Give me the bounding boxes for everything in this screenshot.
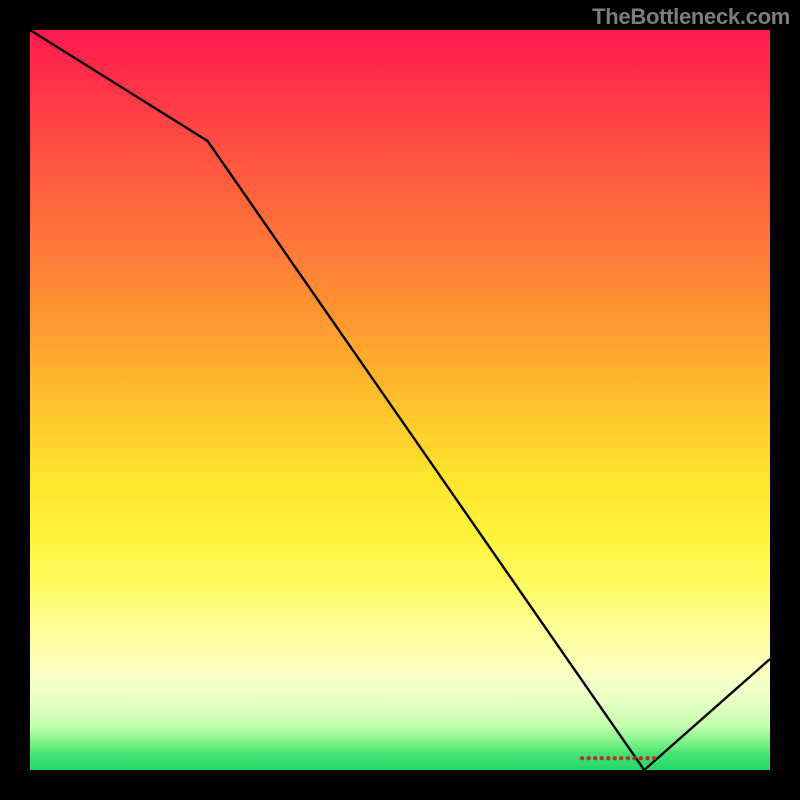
plot-area: ●●●●●●●●●●●● (30, 30, 770, 770)
line-svg (30, 30, 770, 770)
watermark-text: TheBottleneck.com (592, 4, 790, 30)
bottleneck-curve-path (30, 30, 770, 770)
optimum-marker: ●●●●●●●●●●●● (578, 753, 659, 764)
chart-frame: TheBottleneck.com ●●●●●●●●●●●● (0, 0, 800, 800)
